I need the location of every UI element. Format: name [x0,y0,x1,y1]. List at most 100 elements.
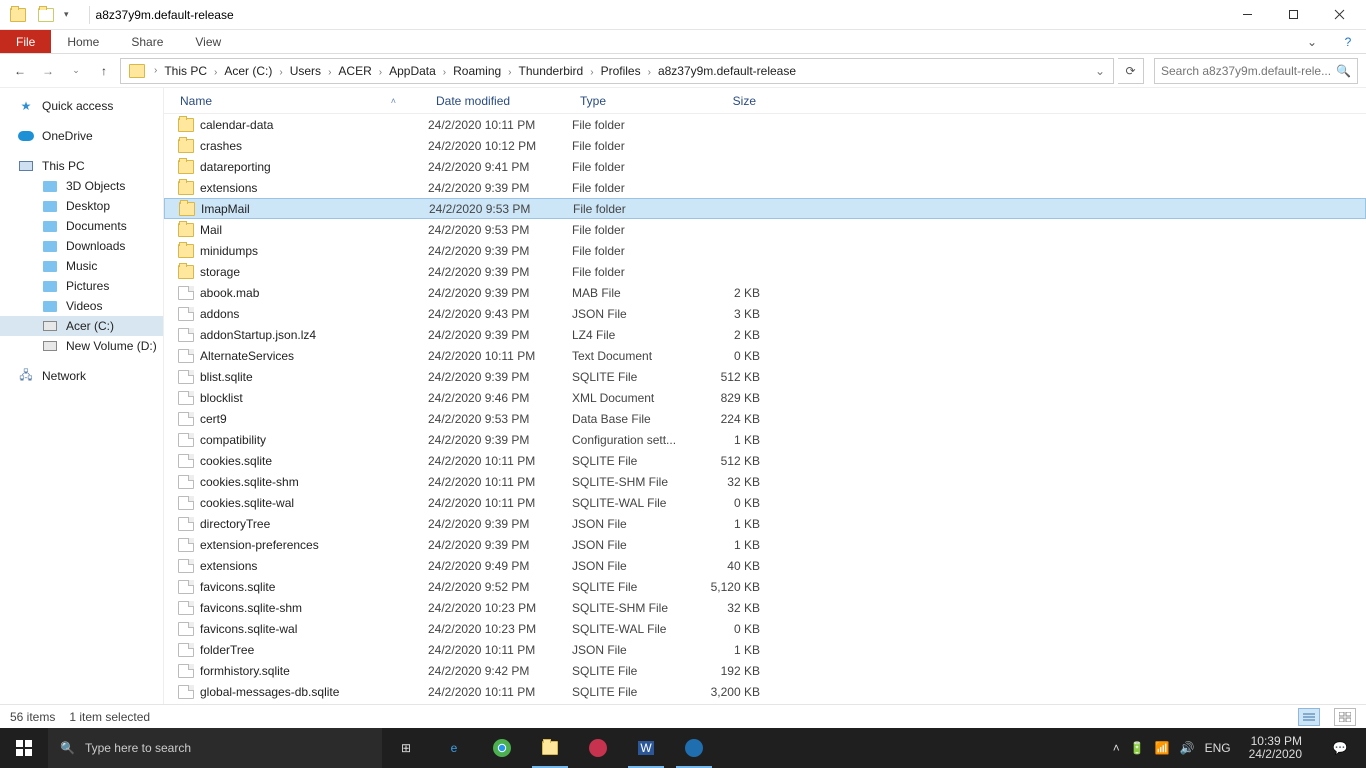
navigation-pane[interactable]: ★Quick access OneDrive This PC 3D Object… [0,88,164,704]
clock[interactable]: 10:39 PM 24/2/2020 [1241,735,1310,761]
tray-chevron-up-icon[interactable]: ˄ [1113,741,1120,755]
nav-item[interactable]: Documents [0,216,163,236]
tab-file[interactable]: File [0,30,51,53]
qat-dropdown-icon[interactable]: ▾ [60,7,73,22]
file-row[interactable]: crashes24/2/2020 10:12 PMFile folder [164,135,1366,156]
nav-item[interactable]: Acer (C:) [0,316,163,336]
file-row[interactable]: compatibility24/2/2020 9:39 PMConfigurat… [164,429,1366,450]
file-row[interactable]: cert924/2/2020 9:53 PMData Base File224 … [164,408,1366,429]
breadcrumb-segment[interactable]: a8z37y9m.default-release [654,62,800,80]
file-row[interactable]: addons24/2/2020 9:43 PMJSON File3 KB [164,303,1366,324]
address-dropdown-icon[interactable]: ⌄ [1089,64,1111,78]
nav-item[interactable]: Videos [0,296,163,316]
thumbnails-view-button[interactable] [1334,708,1356,726]
chevron-right-icon[interactable]: › [505,67,514,78]
file-row[interactable]: favicons.sqlite24/2/2020 9:52 PMSQLITE F… [164,576,1366,597]
up-button[interactable]: ↑ [92,59,116,83]
file-row[interactable]: AlternateServices24/2/2020 10:11 PMText … [164,345,1366,366]
recent-dropdown-icon[interactable]: ⌄ [64,59,88,83]
nav-item[interactable]: New Volume (D:) [0,336,163,356]
chevron-right-icon[interactable]: › [376,67,385,78]
battery-icon[interactable]: 🔋 [1130,741,1145,755]
minimize-button[interactable] [1224,0,1270,30]
taskbar-app-1[interactable] [574,728,622,768]
file-row[interactable]: directoryTree24/2/2020 9:39 PMJSON File1… [164,513,1366,534]
tab-view[interactable]: View [179,30,237,53]
file-rows[interactable]: calendar-data24/2/2020 10:11 PMFile fold… [164,114,1366,704]
file-row[interactable]: cookies.sqlite-wal24/2/2020 10:11 PMSQLI… [164,492,1366,513]
file-row[interactable]: global-messages-db.sqlite24/2/2020 10:11… [164,681,1366,702]
nav-quick-access[interactable]: ★Quick access [0,96,163,116]
file-row[interactable]: ImapMail24/2/2020 9:53 PMFile folder [164,198,1366,219]
forward-button[interactable]: → [36,59,60,83]
col-type[interactable]: Type [572,90,688,112]
chevron-right-icon[interactable]: › [325,67,334,78]
chevron-right-icon[interactable]: › [587,67,596,78]
taskbar-search[interactable]: 🔍 Type here to search [48,728,382,768]
wifi-icon[interactable]: 📶 [1155,741,1170,755]
chevron-right-icon[interactable]: › [276,67,285,78]
start-button[interactable] [0,728,48,768]
volume-icon[interactable]: 🔊 [1180,741,1195,755]
nav-item[interactable]: 3D Objects [0,176,163,196]
nav-item[interactable]: Pictures [0,276,163,296]
refresh-button[interactable]: ⟳ [1118,58,1144,84]
breadcrumb-segment[interactable]: AppData [385,62,440,80]
chevron-right-icon[interactable]: › [440,67,449,78]
language-indicator[interactable]: ENG [1205,741,1231,755]
chevron-right-icon[interactable]: › [645,67,654,78]
breadcrumb-segment[interactable]: Roaming [449,62,505,80]
chevron-right-icon[interactable]: › [211,67,220,78]
nav-item[interactable]: Music [0,256,163,276]
breadcrumb-segment[interactable]: ACER [334,62,375,80]
file-row[interactable]: calendar-data24/2/2020 10:11 PMFile fold… [164,114,1366,135]
file-row[interactable]: cookies.sqlite24/2/2020 10:11 PMSQLITE F… [164,450,1366,471]
file-row[interactable]: extensions24/2/2020 9:49 PMJSON File40 K… [164,555,1366,576]
ribbon-expand-icon[interactable]: ⌄ [1294,30,1330,53]
file-row[interactable]: folderTree24/2/2020 10:11 PMJSON File1 K… [164,639,1366,660]
task-view-button[interactable]: ⊞ [382,728,430,768]
file-row[interactable]: cookies.sqlite-shm24/2/2020 10:11 PMSQLI… [164,471,1366,492]
col-date[interactable]: Date modified [428,90,572,112]
file-row[interactable]: minidumps24/2/2020 9:39 PMFile folder [164,240,1366,261]
breadcrumb-segment[interactable]: This PC [160,62,211,80]
nav-item[interactable]: Downloads [0,236,163,256]
help-icon[interactable]: ? [1330,30,1366,53]
nav-item[interactable]: Desktop [0,196,163,216]
taskbar-edge[interactable]: e [430,728,478,768]
address-bar[interactable]: › This PC›Acer (C:)›Users›ACER›AppData›R… [120,58,1114,84]
tab-share[interactable]: Share [115,30,179,53]
details-view-button[interactable] [1298,708,1320,726]
action-center-button[interactable]: 💬 [1320,728,1360,768]
nav-network[interactable]: 🖧Network [0,366,163,386]
file-row[interactable]: extension-preferences24/2/2020 9:39 PMJS… [164,534,1366,555]
file-row[interactable]: extensions24/2/2020 9:39 PMFile folder [164,177,1366,198]
file-row[interactable]: storage24/2/2020 9:39 PMFile folder [164,261,1366,282]
breadcrumb-segment[interactable]: Profiles [597,62,645,80]
breadcrumb-segment[interactable]: Users [286,62,325,80]
taskbar-thunderbird[interactable] [670,728,718,768]
col-size[interactable]: Size [688,90,764,112]
file-row[interactable]: formhistory.sqlite24/2/2020 9:42 PMSQLIT… [164,660,1366,681]
file-row[interactable]: blist.sqlite24/2/2020 9:39 PMSQLITE File… [164,366,1366,387]
close-button[interactable] [1316,0,1362,30]
file-row[interactable]: blocklist24/2/2020 9:46 PMXML Document82… [164,387,1366,408]
taskbar-explorer[interactable] [526,728,574,768]
breadcrumb-segment[interactable]: Acer (C:) [220,62,276,80]
search-box[interactable]: 🔍 [1154,58,1358,84]
breadcrumb-segment[interactable]: Thunderbird [515,62,588,80]
nav-this-pc[interactable]: This PC [0,156,163,176]
file-row[interactable]: abook.mab24/2/2020 9:39 PMMAB File2 KB [164,282,1366,303]
maximize-button[interactable] [1270,0,1316,30]
file-row[interactable]: datareporting24/2/2020 9:41 PMFile folde… [164,156,1366,177]
taskbar-chrome[interactable] [478,728,526,768]
file-row[interactable]: Mail24/2/2020 9:53 PMFile folder [164,219,1366,240]
file-row[interactable]: favicons.sqlite-wal24/2/2020 10:23 PMSQL… [164,618,1366,639]
chevron-right-icon[interactable]: › [151,65,160,76]
search-input[interactable] [1161,64,1336,78]
taskbar-word[interactable]: W [622,728,670,768]
tab-home[interactable]: Home [51,30,115,53]
file-row[interactable]: addonStartup.json.lz424/2/2020 9:39 PMLZ… [164,324,1366,345]
col-name[interactable]: Name˄ [172,90,428,112]
nav-onedrive[interactable]: OneDrive [0,126,163,146]
